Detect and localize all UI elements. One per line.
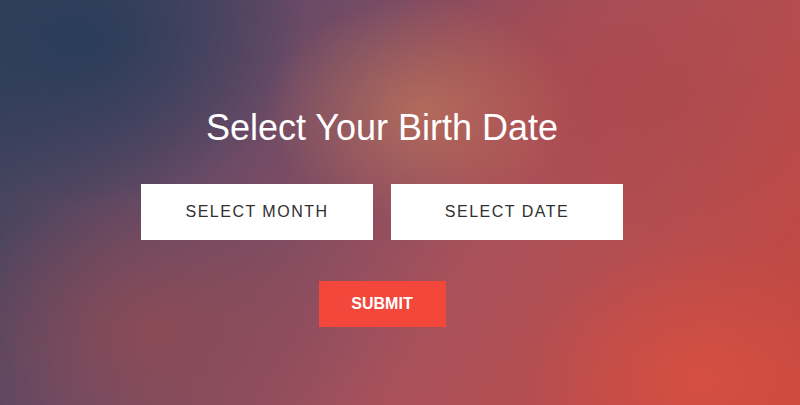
date-select[interactable]: SELECT DATE: [391, 184, 623, 240]
select-row: SELECT MONTH SELECT DATE: [141, 184, 623, 240]
birth-date-page: Select Your Birth Date SELECT MONTHSELEC…: [0, 0, 800, 405]
submit-button[interactable]: SUBMIT: [319, 281, 446, 327]
birth-date-form: Select Your Birth Date SELECT MONTHSELEC…: [0, 0, 800, 405]
date-select[interactable]: SELECT MONTH: [141, 184, 373, 240]
page-title: Select Your Birth Date: [206, 106, 558, 150]
